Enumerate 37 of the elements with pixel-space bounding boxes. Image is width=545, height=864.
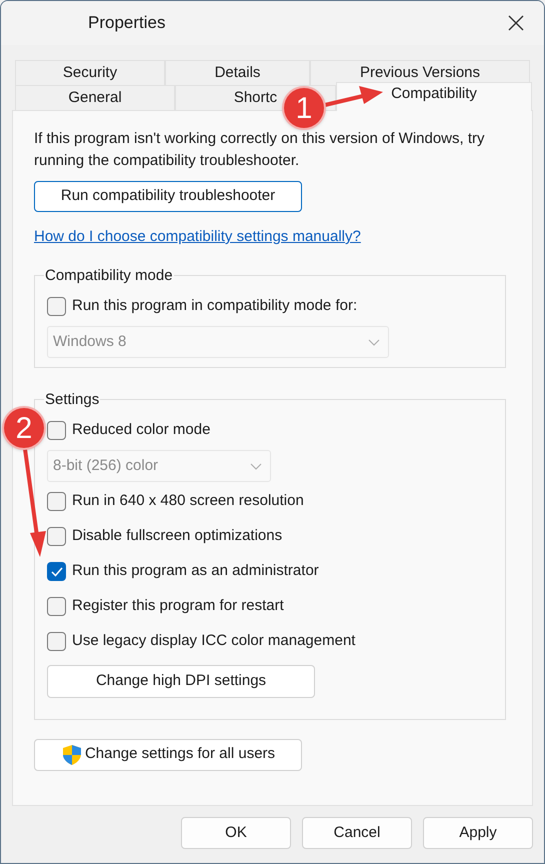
checkbox-label[interactable]: Register this program for restart xyxy=(72,595,284,618)
checkbox[interactable] xyxy=(47,597,66,616)
help-link[interactable]: How do I choose compatibility settings manually? xyxy=(34,228,361,245)
chevron-down-icon xyxy=(368,338,380,346)
checkbox-label[interactable]: Run in 640 x 480 screen resolution xyxy=(72,490,304,513)
checkbox[interactable] xyxy=(47,492,66,511)
troubleshooter-button[interactable]: Run compatibility troubleshooter xyxy=(34,181,302,212)
checkbox[interactable] xyxy=(47,632,66,651)
checkbox[interactable] xyxy=(47,297,66,316)
group-title: Compatibility mode xyxy=(44,266,174,286)
dpi-settings-button[interactable]: Change high DPI settings xyxy=(47,665,315,698)
checkbox-label[interactable]: Use legacy display ICC color management xyxy=(72,630,356,653)
dialog-button[interactable]: Apply xyxy=(423,817,533,849)
checkbox[interactable] xyxy=(47,527,66,546)
checkbox-label[interactable]: Run this program as an administrator xyxy=(72,560,319,583)
tab[interactable]: Security xyxy=(15,60,165,85)
change-all-users-button[interactable]: Change settings for all users xyxy=(34,738,302,770)
dialog-button[interactable]: Cancel xyxy=(302,817,412,849)
checkmark-icon xyxy=(50,566,62,576)
checkbox-label[interactable]: Reduced color mode xyxy=(72,419,210,442)
annotation-arrow xyxy=(323,86,383,107)
dropdown-value: Windows 8 xyxy=(53,332,126,352)
tab[interactable]: General xyxy=(15,85,175,110)
checkbox[interactable] xyxy=(47,562,66,581)
checkbox-label[interactable]: Run this program in compatibility mode for: xyxy=(72,295,358,318)
intro-text: If this program isn't working correctly on this version of Windows, try running the compatibility troubleshooter. xyxy=(34,129,486,171)
shield-icon xyxy=(60,744,83,766)
checkbox[interactable] xyxy=(47,421,66,440)
tab[interactable]: Compatibility xyxy=(336,82,532,111)
close-icon xyxy=(508,15,524,31)
dialog-button[interactable]: OK xyxy=(181,817,291,849)
tab[interactable]: Details xyxy=(165,60,310,85)
window-title: Properties xyxy=(88,12,166,34)
checkbox-label[interactable]: Disable fullscreen optimizations xyxy=(72,525,282,548)
chevron-down-icon xyxy=(250,462,262,470)
group-title: Settings xyxy=(44,390,100,410)
dropdown-value: 8-bit (256) color xyxy=(53,456,158,476)
